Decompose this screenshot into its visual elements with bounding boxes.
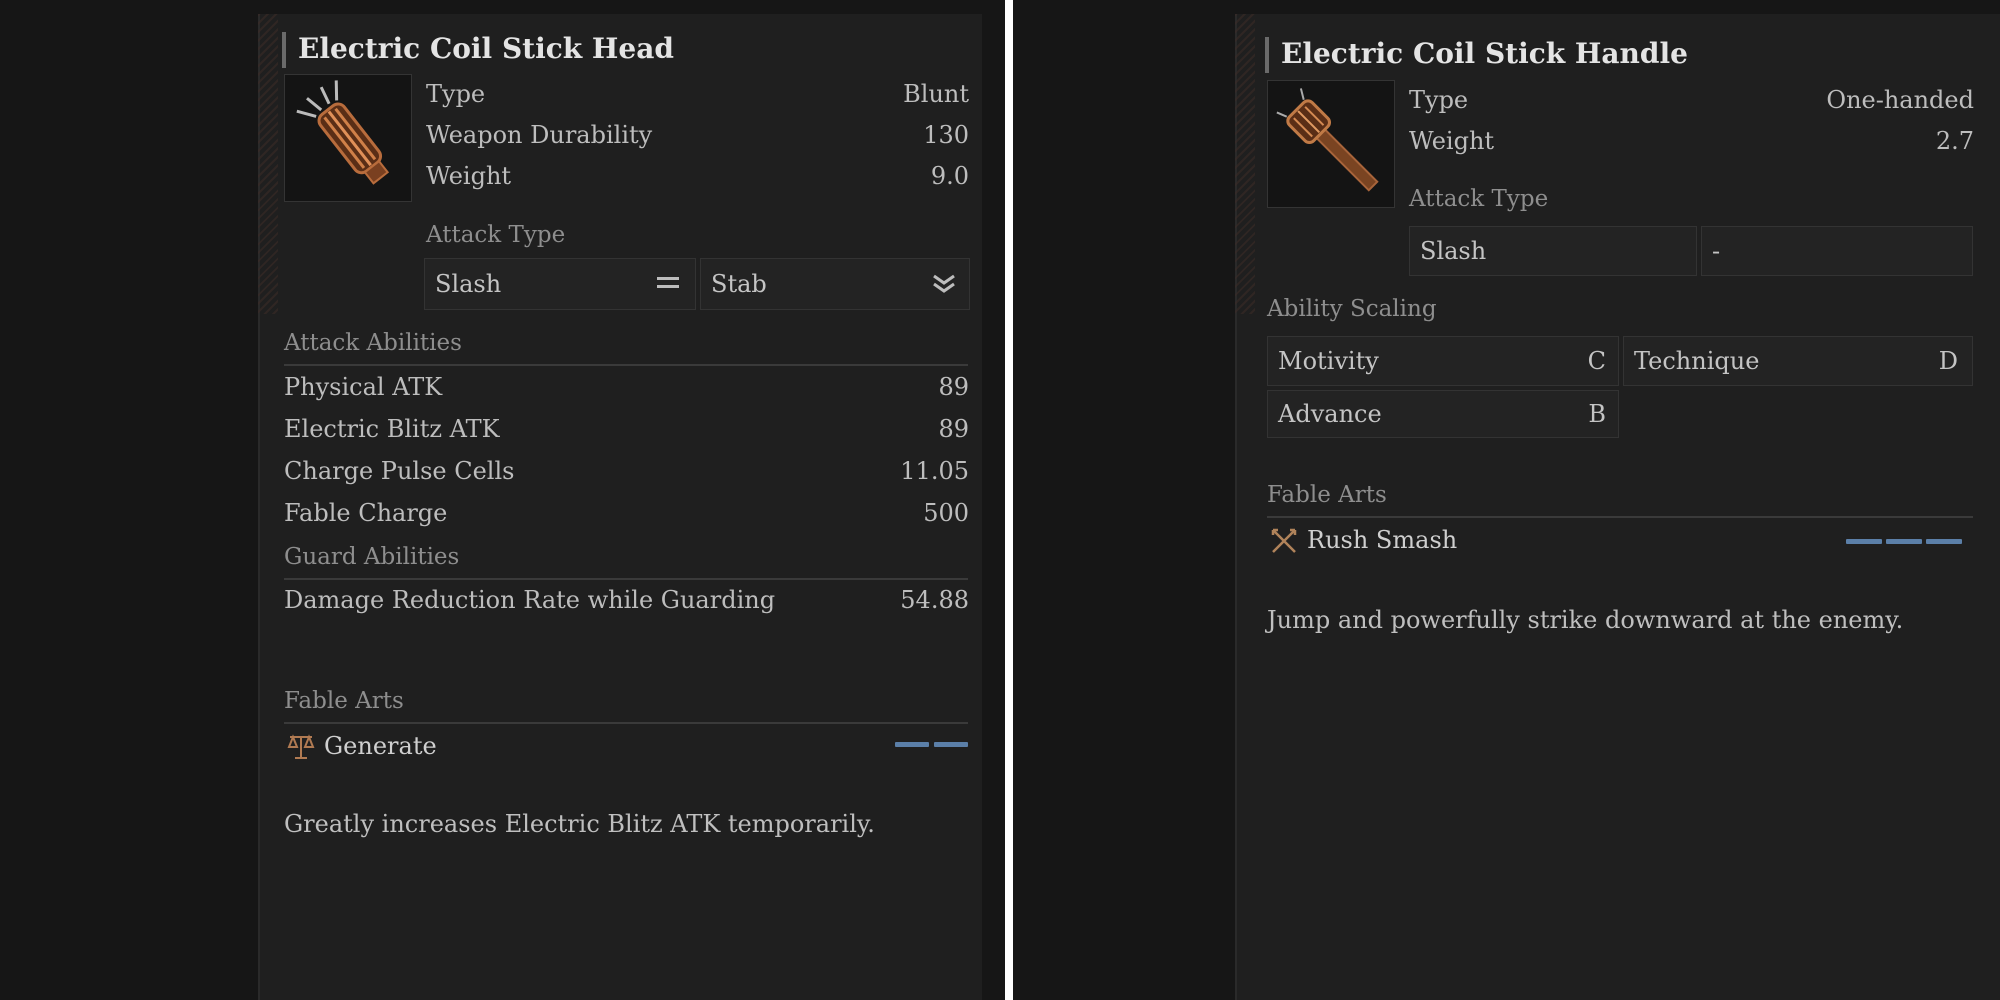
physical-atk-label: Physical ATK — [284, 373, 443, 401]
stat-weight-label: Weight — [426, 162, 512, 190]
fable-art-name: Rush Smash — [1307, 526, 1458, 554]
scaling-technique-grade: D — [1938, 347, 1958, 375]
fable-arts-heading: Fable Arts — [284, 688, 404, 714]
guard-abilities-heading: Guard Abilities — [284, 544, 460, 570]
right-screenshot: Electric Coil Stick Handle Type One-hand… — [1013, 0, 2000, 1000]
scaling-motivity-label: Motivity — [1278, 347, 1379, 375]
damage-reduction-value: 54.88 — [900, 586, 969, 614]
title-accent-bar — [1265, 37, 1269, 73]
charge-pulse-cells-value: 11.05 — [900, 457, 969, 485]
attack-type-primary: Slash — [1420, 237, 1487, 265]
stat-durability-value: 130 — [923, 121, 969, 149]
attack-type-primary: Slash — [435, 270, 502, 298]
divider — [284, 364, 968, 366]
scales-icon — [287, 734, 315, 759]
stat-type-value: Blunt — [903, 80, 969, 108]
coil-handle-icon — [1276, 88, 1379, 192]
electric-blitz-atk-label: Electric Blitz ATK — [284, 415, 500, 443]
item-title: Electric Coil Stick Head — [298, 32, 674, 65]
fable-charge-value: 500 — [923, 499, 969, 527]
scaling-advance-label: Advance — [1278, 400, 1382, 428]
scaling-motivity: Motivity C — [1267, 336, 1619, 386]
image-divider — [1005, 0, 1013, 1000]
ability-scaling-heading: Ability Scaling — [1267, 296, 1437, 322]
attack-type-secondary: - — [1712, 237, 1721, 265]
stat-durability-label: Weapon Durability — [426, 121, 653, 149]
divider — [1267, 516, 1973, 518]
attack-type-box-primary: Slash — [1409, 226, 1697, 276]
left-screenshot: Electric Coil Stick Head Type Blunt Weap… — [0, 0, 1005, 1000]
stat-weight-label: Weight — [1409, 127, 1495, 155]
weapon-handle-thumbnail — [1267, 80, 1395, 208]
divider — [284, 578, 968, 580]
scaling-advance-grade: B — [1588, 400, 1606, 428]
scaling-technique-label: Technique — [1634, 347, 1760, 375]
fable-slot-indicator — [1846, 539, 1882, 544]
panel-hatch-decoration — [1235, 14, 1255, 314]
attack-type-box-secondary: Stab — [700, 258, 970, 310]
damage-reduction-label: Damage Reduction Rate while Guarding — [284, 586, 776, 614]
fable-slot-indicator — [1886, 539, 1922, 544]
physical-atk-value: 89 — [938, 373, 969, 401]
title-accent-bar — [282, 32, 286, 68]
fable-arts-heading: Fable Arts — [1267, 482, 1387, 508]
scaling-advance: Advance B — [1267, 390, 1619, 438]
double-chevron-down-icon — [933, 274, 955, 293]
fable-art-description: Greatly increases Electric Blitz ATK tem… — [284, 810, 875, 838]
panel-hatch-decoration — [258, 14, 278, 314]
attack-type-secondary: Stab — [711, 270, 767, 298]
scaling-technique: Technique D — [1623, 336, 1973, 386]
equals-icon — [657, 277, 679, 288]
fable-art-name: Generate — [324, 732, 437, 760]
attack-abilities-heading: Attack Abilities — [284, 330, 462, 356]
stat-type-label: Type — [1409, 86, 1469, 114]
attack-type-box-primary: Slash — [424, 258, 696, 310]
electric-blitz-atk-value: 89 — [938, 415, 969, 443]
fable-art-description: Jump and powerfully strike downward at t… — [1267, 606, 1904, 634]
divider — [284, 722, 968, 724]
charge-pulse-cells-label: Charge Pulse Cells — [284, 457, 515, 485]
attack-type-heading: Attack Type — [426, 222, 566, 248]
fable-slot-indicator — [1926, 539, 1962, 544]
stat-weight-value: 9.0 — [930, 162, 969, 190]
fable-charge-label: Fable Charge — [284, 499, 448, 527]
attack-type-box-secondary: - — [1701, 226, 1973, 276]
stat-type-label: Type — [426, 80, 486, 108]
stat-type-value: One-handed — [1826, 86, 1974, 114]
fable-slot-indicator — [895, 742, 929, 747]
weapon-head-thumbnail — [284, 74, 412, 202]
coil-head-icon — [296, 80, 390, 185]
crossed-swords-icon — [1271, 528, 1297, 553]
item-title: Electric Coil Stick Handle — [1281, 37, 1688, 70]
attack-type-heading: Attack Type — [1409, 186, 1549, 212]
fable-slot-indicator — [934, 742, 968, 747]
scaling-motivity-grade: C — [1587, 347, 1606, 375]
stat-weight-value: 2.7 — [1935, 127, 1974, 155]
